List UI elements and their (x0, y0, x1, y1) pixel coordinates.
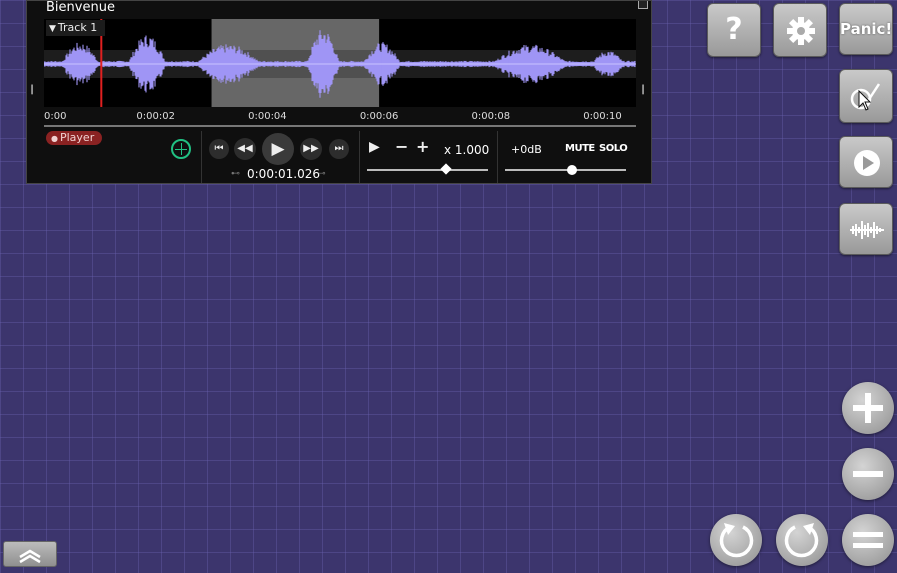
timeline-tick-label: 0:00:04 (248, 111, 287, 122)
window-title: Bienvenue (46, 0, 115, 15)
fast-forward-button[interactable]: ▶▶ (300, 138, 322, 160)
waveform-button[interactable] (839, 203, 893, 255)
timeline-tick-label: 0:00:08 (471, 111, 511, 122)
waveform-icon (850, 221, 884, 239)
zoom-in-button[interactable] (842, 382, 894, 434)
collapse-panel-button[interactable] (3, 541, 57, 567)
plus-icon (853, 393, 883, 423)
play-button[interactable]: ▶ (262, 133, 294, 165)
speed-increase-button[interactable]: + (416, 137, 429, 156)
speed-decrease-button[interactable]: − (395, 137, 408, 156)
collapse-icon (19, 549, 41, 564)
metronome-button[interactable] (839, 69, 893, 123)
left-resize-handle[interactable]: ||| (30, 83, 36, 97)
player-badge-label: Player (59, 131, 95, 144)
equals-icon (853, 532, 883, 548)
speed-slider-thumb[interactable] (439, 163, 452, 175)
collapse-triangle-icon[interactable]: ▼ (49, 24, 56, 34)
speed-slider[interactable] (367, 169, 488, 171)
play-mode-button[interactable] (839, 136, 893, 188)
settings-button[interactable] (773, 3, 827, 57)
zoom-out-button[interactable] (842, 448, 894, 500)
ruler-baseline (44, 125, 636, 127)
undo-button[interactable] (710, 514, 762, 566)
track-name: Track 1 (57, 21, 98, 34)
minus-icon (853, 471, 883, 477)
speed-play-icon[interactable]: ▶ (369, 139, 380, 155)
gain-value: +0dB (511, 143, 542, 156)
time-readout: 0:00:01.026 (247, 167, 320, 181)
timeline-tick-label: 0:00:10 (583, 111, 622, 122)
timeline-tick-label: 0:00:06 (359, 111, 399, 122)
divider (359, 131, 360, 183)
mark-in-icon[interactable]: ⊷ (231, 169, 240, 179)
panel-resize-corner[interactable] (638, 1, 648, 9)
skip-end-button[interactable]: ⏭ (329, 139, 349, 159)
redo-button[interactable] (776, 514, 828, 566)
undo-icon (719, 523, 754, 558)
transport-controls: ● Player ⏮ ◀◀ ▶ ▶▶ ⏭ ⊷ 0:00:01.026 ⊸ ▶ − … (27, 129, 651, 185)
right-resize-handle[interactable]: ||| (641, 83, 647, 97)
mute-button[interactable]: MUTE (565, 143, 595, 154)
rewind-button[interactable]: ◀◀ (234, 138, 256, 160)
timeline-tick-label: 0:00:02 (136, 111, 175, 122)
track-waveform-area[interactable]: ▼ Track 1 (44, 19, 636, 107)
volume-slider[interactable] (505, 169, 626, 171)
gear-icon (787, 17, 815, 45)
timeline-tick-label: 0:00 (44, 111, 67, 122)
panic-label: Panic! (840, 20, 893, 38)
solo-button[interactable]: SOLO (599, 143, 628, 154)
timeline-ruler[interactable]: 0:00 0:00:02 0:00:04 0:00:06 0:00:08 0:00:10 (44, 107, 636, 127)
skip-start-button[interactable]: ⏮ (209, 139, 229, 159)
divider (201, 131, 202, 183)
divider (497, 131, 498, 183)
loop-crosshair-icon[interactable] (171, 139, 191, 159)
player-badge[interactable]: ● Player (46, 131, 103, 145)
volume-slider-thumb[interactable] (566, 165, 577, 175)
help-button[interactable]: ? (707, 3, 761, 57)
zoom-fit-button[interactable] (842, 514, 894, 566)
metronome-icon (850, 83, 881, 111)
track-header[interactable]: ▼ Track 1 (46, 20, 105, 36)
redo-icon (784, 523, 819, 558)
player-panel: Bienvenue ||| ||| ▼ Track 1 0:00 0:00:02 0:… (26, 0, 652, 184)
mark-out-icon[interactable]: ⊸ (318, 169, 326, 179)
help-icon: ? (725, 12, 743, 47)
panic-button[interactable]: Panic! (839, 3, 893, 55)
speed-value: x 1.000 (444, 143, 490, 157)
play-icon (854, 150, 880, 176)
waveform[interactable] (44, 19, 636, 107)
